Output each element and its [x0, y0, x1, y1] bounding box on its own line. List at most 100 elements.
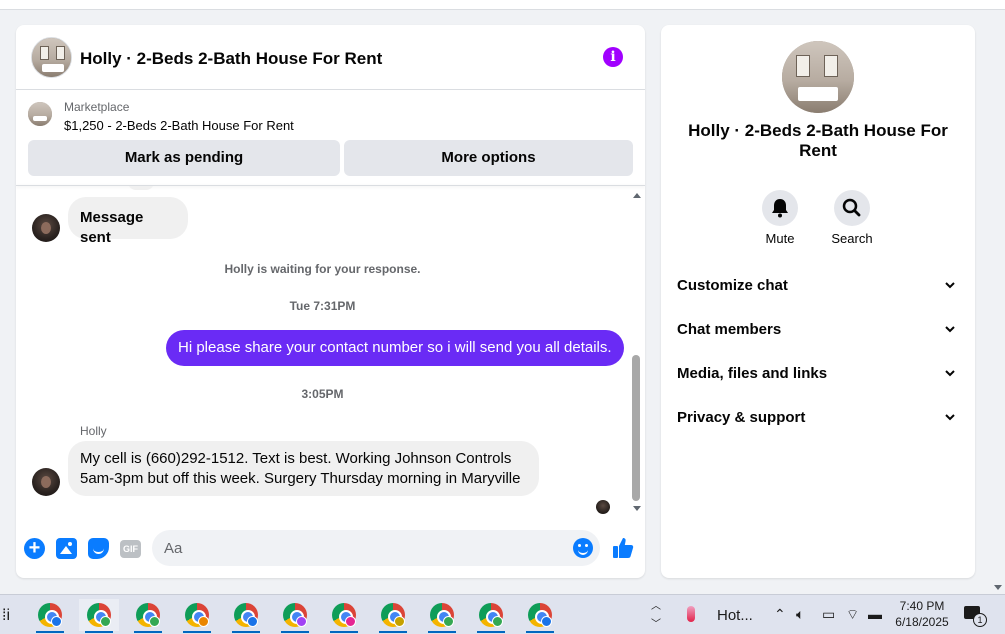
taskbar-chrome-button[interactable]	[520, 599, 560, 633]
running-indicator	[134, 631, 162, 633]
taskbar-chrome-button[interactable]	[275, 599, 315, 633]
profile-badge-icon	[198, 616, 209, 627]
holly-avatar[interactable]	[32, 214, 60, 242]
more-options-button[interactable]: More options	[344, 140, 633, 176]
scroll-down-arrow-icon[interactable]	[994, 585, 1002, 590]
holly-avatar[interactable]	[32, 468, 60, 496]
mute-label: Mute	[765, 231, 795, 246]
incoming-message[interactable]: My cell is (660)292-1512. Text is best. …	[68, 441, 539, 496]
message-line: My cell is (660)292-1512. Text is best. …	[80, 450, 512, 467]
running-indicator	[379, 631, 407, 633]
system-clock[interactable]: 7:40 PM 6/18/2025	[884, 598, 960, 630]
chevron-down-icon	[945, 282, 955, 289]
browser-top-strip	[0, 0, 1005, 10]
message-input[interactable]	[152, 530, 600, 566]
wifi-icon[interactable]: ⌔	[846, 606, 859, 624]
chevron-up-icon[interactable]: ︿	[651, 597, 661, 612]
running-indicator	[232, 631, 260, 633]
running-indicator	[36, 631, 64, 633]
notification-center-icon[interactable]: 1	[964, 604, 988, 627]
running-indicator	[85, 631, 113, 633]
taskbar-chrome-button[interactable]	[226, 599, 266, 633]
taskbar-chrome-button[interactable]	[30, 599, 70, 633]
waiting-notice: Holly is waiting for your response.	[224, 262, 421, 276]
photo-icon[interactable]	[56, 538, 77, 559]
running-indicator	[330, 631, 358, 633]
message-list[interactable]: Message sent Holly is waiting for your r…	[16, 186, 629, 523]
search-button[interactable]	[834, 190, 870, 226]
chat-panel: Holly · 2-Beds 2-Bath House For Rent i M…	[16, 25, 645, 578]
profile-badge-icon	[492, 616, 503, 627]
profile-badge-icon	[100, 616, 111, 627]
outgoing-message[interactable]: Hi please share your contact number so i…	[166, 330, 624, 366]
previous-bubble-edge	[128, 186, 154, 190]
gif-icon[interactable]: GIF	[120, 540, 141, 558]
section-chat-members[interactable]: Chat members	[661, 309, 975, 353]
profile-badge-icon	[345, 616, 356, 627]
section-label: Customize chat	[677, 277, 788, 294]
chevron-down-icon[interactable]: ﹀	[651, 615, 661, 630]
thumbs-up-icon[interactable]	[612, 537, 634, 559]
windows-taskbar: ⁞i ︿ ﹀ Hot... ⌃ 🔈︎ ▭ ⌔ ▬ 7:40 PM 6/18/20…	[0, 594, 1005, 634]
running-indicator	[477, 631, 505, 633]
scroll-thumb[interactable]	[632, 355, 640, 501]
meet-now-icon[interactable]: ▭	[822, 606, 835, 623]
chat-header: Holly · 2-Beds 2-Bath House For Rent i	[16, 25, 645, 90]
section-media-files-links[interactable]: Media, files and links	[661, 353, 975, 397]
listing-avatar[interactable]	[31, 37, 72, 78]
show-hidden-icons-icon[interactable]: ⌃	[774, 606, 786, 623]
weather-text: Hot...	[717, 607, 753, 624]
profile-badge-icon	[541, 616, 552, 627]
section-customize-chat[interactable]: Customize chat	[661, 265, 975, 309]
listing-avatar-large[interactable]	[782, 41, 854, 113]
scroll-up-arrow-icon[interactable]	[633, 193, 641, 198]
taskbar-chrome-button[interactable]	[373, 599, 413, 633]
conversation-info-panel: Holly · 2-Beds 2-Bath House For Rent Mut…	[661, 25, 975, 578]
taskbar-chrome-button[interactable]	[79, 599, 119, 633]
volume-icon[interactable]: 🔈︎	[796, 606, 804, 623]
marketplace-listing[interactable]: Marketplace $1,250 - 2-Beds 2-Bath House…	[16, 91, 645, 141]
section-label: Privacy & support	[677, 409, 806, 426]
chat-title: Holly · 2-Beds 2-Bath House For Rent	[80, 49, 383, 68]
search-icon	[842, 198, 861, 217]
timestamp: Tue 7:31PM	[289, 299, 356, 313]
info-title: Holly · 2-Beds 2-Bath House For Rent	[688, 121, 948, 160]
listing-kind: Marketplace	[64, 100, 130, 114]
scroll-down-arrow-icon[interactable]	[633, 506, 641, 511]
chevron-down-icon	[945, 370, 955, 377]
task-view-icon[interactable]: ⁞i	[2, 607, 10, 625]
listing-thumbnail	[28, 102, 52, 126]
notification-count: 1	[973, 613, 987, 627]
incoming-message[interactable]: Message sent	[68, 197, 188, 246]
taskbar-chrome-button[interactable]	[177, 599, 217, 633]
profile-badge-icon	[149, 616, 160, 627]
chevron-down-icon	[945, 414, 955, 421]
taskbar-chrome-button[interactable]	[422, 599, 462, 633]
mute-button[interactable]	[762, 190, 798, 226]
search-label: Search	[831, 231, 873, 246]
plus-icon[interactable]: +	[24, 538, 45, 559]
info-icon[interactable]: i	[603, 47, 623, 67]
section-label: Media, files and links	[677, 365, 828, 382]
seen-indicator-avatar	[596, 500, 610, 514]
section-privacy-support[interactable]: Privacy & support	[661, 397, 975, 441]
mark-as-pending-button[interactable]: Mark as pending	[28, 140, 340, 176]
profile-badge-icon	[394, 616, 405, 627]
message-scrollbar[interactable]	[629, 186, 645, 516]
taskbar-chrome-button[interactable]	[324, 599, 364, 633]
sticker-icon[interactable]	[88, 538, 109, 559]
profile-badge-icon	[247, 616, 258, 627]
taskbar-chrome-button[interactable]	[128, 599, 168, 633]
message-composer: + GIF	[16, 525, 645, 578]
profile-badge-icon	[296, 616, 307, 627]
timestamp: 3:05PM	[301, 387, 344, 401]
weather-widget[interactable]: Hot...	[683, 603, 763, 627]
clock-date: 6/18/2025	[895, 615, 949, 629]
battery-icon[interactable]: ▬	[868, 606, 882, 622]
section-label: Chat members	[677, 321, 782, 338]
clock-time: 7:40 PM	[899, 599, 945, 613]
emoji-icon[interactable]	[573, 538, 593, 558]
listing-description: $1,250 - 2-Beds 2-Bath House For Rent	[64, 118, 294, 133]
taskbar-chrome-button[interactable]	[471, 599, 511, 633]
page-scrollbar[interactable]	[991, 10, 1005, 594]
